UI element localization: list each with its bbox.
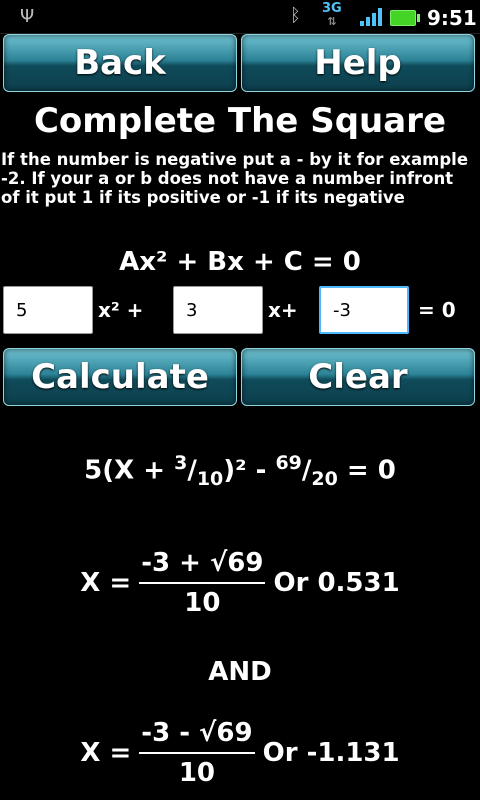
- back-button[interactable]: Back: [3, 34, 237, 92]
- clock: 9:51: [427, 6, 477, 30]
- root-2-fraction: -3 - √69 10: [139, 718, 255, 788]
- coefficient-b-input[interactable]: [173, 286, 263, 334]
- status-bar: Ψ ᛒ 3G ⇅ 9:51: [0, 0, 480, 34]
- network-type: 3G ⇅: [322, 1, 342, 28]
- x-squared-label: x² +: [98, 298, 144, 322]
- calculate-button[interactable]: Calculate: [3, 348, 237, 406]
- battery-icon: [390, 10, 420, 26]
- bluetooth-icon: ᛒ: [290, 5, 301, 26]
- coefficient-a-input[interactable]: [3, 286, 93, 334]
- vertex-form-result: 5(X + 3/10)² - 69/20 = 0: [84, 452, 396, 490]
- general-formula: Ax² + Bx + C = 0: [119, 247, 361, 277]
- root-1-fraction: -3 + √69 10: [139, 548, 266, 618]
- help-button[interactable]: Help: [241, 34, 475, 92]
- coefficient-c-input[interactable]: [319, 286, 409, 334]
- signal-icon: [360, 8, 382, 26]
- x-label: x+: [268, 298, 298, 322]
- usb-icon: Ψ: [20, 6, 35, 27]
- instructions-text: If the number is negative put a - by it …: [1, 150, 469, 207]
- and-label: AND: [208, 657, 272, 687]
- clear-button[interactable]: Clear: [241, 348, 475, 406]
- root-2-result: X = -3 - √69 10 Or -1.131: [80, 718, 400, 788]
- page-title: Complete The Square: [33, 101, 447, 141]
- equals-zero-label: = 0: [418, 298, 456, 322]
- root-1-result: X = -3 + √69 10 Or 0.531: [80, 548, 400, 618]
